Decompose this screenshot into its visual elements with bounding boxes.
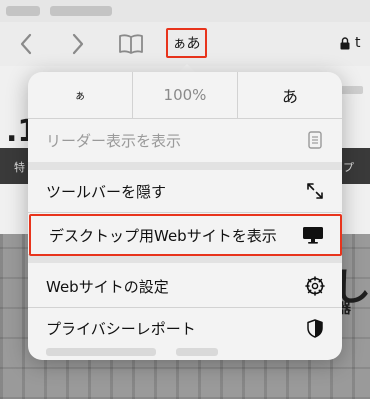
chevron-right-icon <box>72 33 84 55</box>
menu-item-label: Webサイトの設定 <box>46 277 169 296</box>
hide-toolbar-item[interactable]: ツールバーを隠す <box>28 170 342 212</box>
address-bar[interactable]: t <box>340 31 361 55</box>
privacy-shield-icon <box>304 317 326 339</box>
reader-view-item[interactable]: リーダー表示を表示 <box>28 119 342 161</box>
page-blur <box>46 348 156 356</box>
bookmarks-button[interactable] <box>115 28 147 60</box>
menu-item-label: デスクトップ用Webサイトを表示 <box>49 226 277 245</box>
reader-view-icon <box>304 129 326 151</box>
expand-arrows-icon <box>304 180 326 202</box>
page-nav-text: プ <box>343 161 354 174</box>
increase-text-size-button[interactable]: あ <box>238 72 342 118</box>
forward-button[interactable] <box>62 28 94 60</box>
url-text: t <box>355 35 361 51</box>
divider <box>28 212 342 213</box>
section-divider <box>28 255 342 263</box>
page-blur <box>176 348 218 356</box>
menu-item-label: プライバシーレポート <box>46 319 196 338</box>
text-size-button[interactable]: ぁあ <box>166 28 207 58</box>
menu-item-label: リーダー表示を表示 <box>46 131 182 150</box>
book-icon <box>119 34 143 54</box>
back-button[interactable] <box>10 28 42 60</box>
privacy-report-item[interactable]: プライバシーレポート <box>28 307 342 349</box>
lock-icon <box>340 36 350 49</box>
text-size-button-label: ぁあ <box>172 36 201 52</box>
status-blur <box>6 6 40 16</box>
menu-item-label: ツールバーを隠す <box>46 182 167 201</box>
zoom-level[interactable]: 100% <box>132 72 238 118</box>
status-bar <box>0 0 370 22</box>
chevron-left-icon <box>20 33 32 55</box>
website-settings-item[interactable]: Webサイトの設定 <box>28 265 342 307</box>
page-nav-text: 特 <box>14 161 25 174</box>
desktop-monitor-icon <box>302 224 324 246</box>
decrease-text-size-button[interactable]: ぁ <box>28 72 132 118</box>
status-blur <box>50 6 112 16</box>
request-desktop-website-item[interactable]: デスクトップ用Webサイトを表示 <box>29 214 342 256</box>
zoom-controls: ぁ 100% あ <box>28 72 342 118</box>
section-divider <box>28 162 342 170</box>
gear-icon <box>304 275 326 297</box>
